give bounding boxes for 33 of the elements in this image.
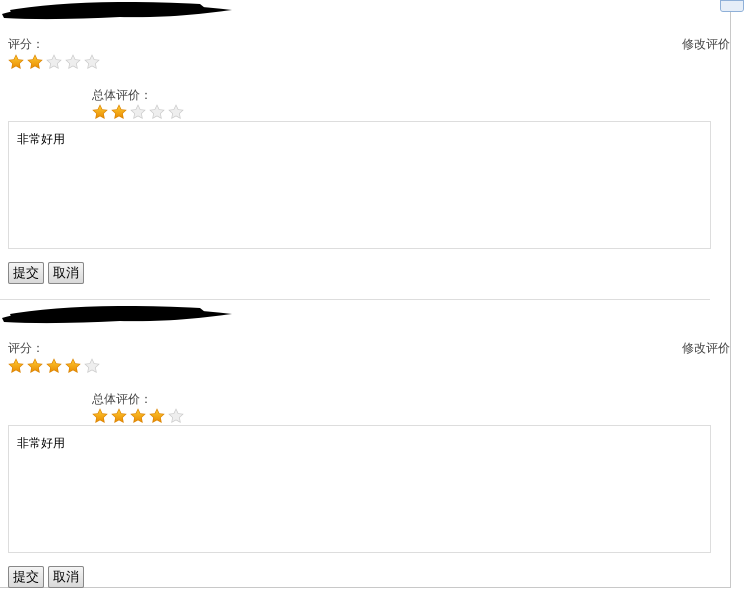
empty-star-icon[interactable] — [168, 104, 184, 120]
empty-star-icon[interactable] — [46, 54, 62, 70]
filled-star-icon[interactable] — [92, 408, 108, 424]
filled-star-icon[interactable] — [27, 54, 43, 70]
filled-star-icon[interactable] — [65, 358, 81, 374]
comment-field[interactable]: 非常好用 — [8, 121, 711, 249]
edit-review-link[interactable]: 修改评价 — [682, 339, 730, 357]
filled-star-icon[interactable] — [92, 104, 108, 120]
empty-star-icon[interactable] — [149, 104, 165, 120]
overall-rating-label: 总体评价： — [92, 88, 152, 102]
filled-star-icon[interactable] — [46, 358, 62, 374]
toolbar-icon[interactable] — [720, 0, 744, 12]
overall-rating-label: 总体评价： — [92, 392, 152, 406]
filled-star-icon[interactable] — [111, 104, 127, 120]
empty-star-icon[interactable] — [84, 358, 100, 374]
filled-star-icon[interactable] — [111, 408, 127, 424]
cancel-button[interactable]: 取消 — [48, 566, 84, 588]
filled-star-icon[interactable] — [149, 408, 165, 424]
submit-button[interactable]: 提交 — [8, 566, 44, 588]
empty-star-icon[interactable] — [168, 408, 184, 424]
filled-star-icon[interactable] — [27, 358, 43, 374]
comment-field[interactable]: 非常好用 — [8, 425, 711, 553]
submit-button[interactable]: 提交 — [8, 262, 44, 284]
empty-star-icon[interactable] — [65, 54, 81, 70]
rating-label: 评分： — [8, 340, 44, 357]
cancel-button[interactable]: 取消 — [48, 262, 84, 284]
rating-label: 评分： — [8, 36, 44, 53]
filled-star-icon[interactable] — [130, 408, 146, 424]
empty-star-icon[interactable] — [84, 54, 100, 70]
filled-star-icon[interactable] — [8, 54, 24, 70]
filled-star-icon[interactable] — [8, 358, 24, 374]
empty-star-icon[interactable] — [130, 104, 146, 120]
edit-review-link[interactable]: 修改评价 — [682, 35, 730, 53]
